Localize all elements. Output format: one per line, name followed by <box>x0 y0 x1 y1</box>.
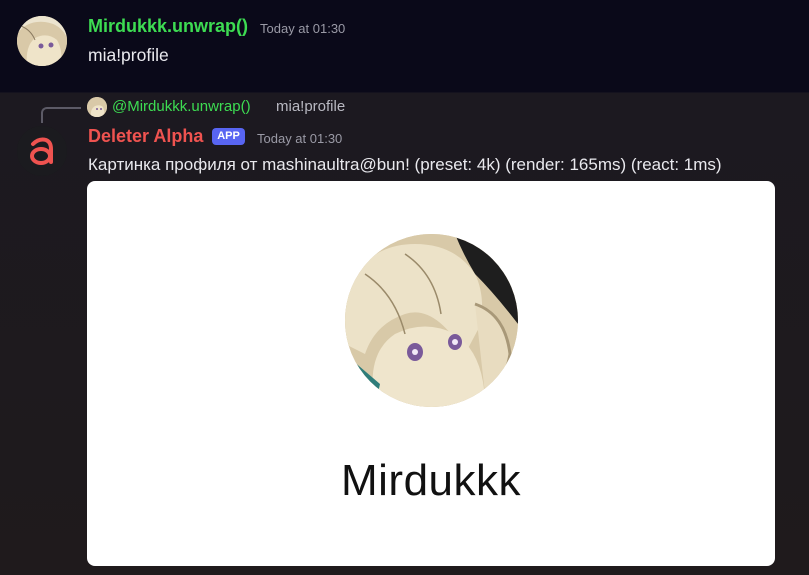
bot-avatar[interactable] <box>17 126 67 176</box>
reply-preview[interactable]: mia!profile <box>276 98 345 115</box>
profile-avatar <box>345 234 518 407</box>
app-badge: APP <box>212 128 245 145</box>
reply-username[interactable]: @Mirdukkk.unwrap() <box>112 98 251 115</box>
reply-connector <box>41 107 81 123</box>
timestamp: Today at 01:30 <box>257 131 343 146</box>
reply-avatar[interactable] <box>87 97 107 117</box>
user-avatar[interactable] <box>17 16 67 66</box>
timestamp: Today at 01:30 <box>260 21 346 36</box>
bot-username[interactable]: Deleter Alpha <box>88 126 203 147</box>
profile-image-embed[interactable]: Mirdukkk <box>87 181 775 566</box>
bot-logo-icon <box>17 126 67 176</box>
message-text: Картинка профиля от mashinaultra@bun! (p… <box>88 155 722 174</box>
username[interactable]: Mirdukkk.unwrap() <box>88 16 248 37</box>
message-text: mia!profile <box>88 45 169 65</box>
profile-name: Mirdukkk <box>340 456 522 505</box>
